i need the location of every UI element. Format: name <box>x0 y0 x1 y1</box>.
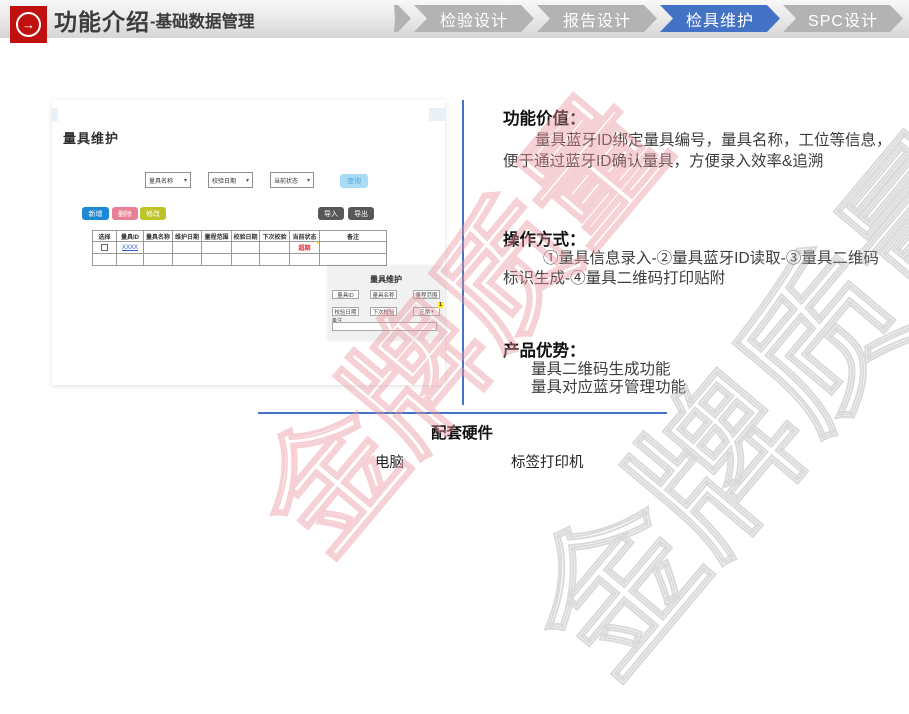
card-top-strip-right <box>429 108 445 121</box>
footer-heading: 配套硬件 <box>362 421 562 443</box>
section-line: 量具对应蓝牙管理功能 <box>503 375 686 397</box>
card-top-strip-left <box>52 108 58 121</box>
page-title-sub: -基础数据管理 <box>150 8 255 32</box>
circle-arrow-icon: → <box>16 12 41 37</box>
vertical-divider <box>462 100 464 405</box>
footer-item-computer: 电脑 <box>375 451 404 472</box>
chevron-down-icon: ▾ <box>431 309 434 315</box>
row-checkbox[interactable] <box>101 244 108 251</box>
horizontal-divider <box>258 412 667 414</box>
add-button[interactable]: 新增 <box>82 207 109 220</box>
chevron-down-icon: ▾ <box>307 177 310 184</box>
footer-item-label-printer: 标签打印机 <box>511 451 584 472</box>
select-value: 校验日期 <box>212 176 236 185</box>
callout-badge-1: 1 <box>438 302 443 308</box>
select-value: 正常 <box>419 308 430 316</box>
column-header-next-calibration: 下次校验 <box>260 231 290 242</box>
dialog-field-gauge-name[interactable]: 量具名称 <box>370 290 397 299</box>
module-tabs: 检验设计 报告设计 检具维护 SPC设计 <box>414 5 903 32</box>
select-value: 当前状态 <box>274 176 298 185</box>
cell-gauge-id: XXXX <box>117 242 144 254</box>
chevron-down-icon: ▾ <box>184 177 187 184</box>
table-row <box>93 254 387 266</box>
section-line: 量具蓝牙ID绑定量具编号，量具名称，工位等信息， <box>503 128 892 150</box>
edit-button[interactable]: 修改 <box>140 207 166 220</box>
tab-label: 检验设计 <box>440 7 508 31</box>
tab-inspection-design[interactable]: 检验设计 <box>414 5 534 32</box>
column-header-remark: 备注 <box>320 231 387 242</box>
dialog-field-gauge-id[interactable]: 量具ID <box>332 290 359 299</box>
chevron-down-icon: ▾ <box>246 177 249 184</box>
page-title: 功能介绍 -基础数据管理 <box>54 3 255 37</box>
filter-calibration-date-select[interactable]: 校验日期 ▾ <box>208 172 253 188</box>
dialog-field-range[interactable]: 量程范围 <box>413 290 440 299</box>
column-header-select: 选择 <box>93 231 117 242</box>
dialog-field-calibration-date[interactable]: 校验日期 <box>332 307 359 316</box>
tab-label: SPC设计 <box>808 7 878 31</box>
brand-logo: → <box>10 6 47 43</box>
gauge-table: 选择 量具ID 量具名称 维护日期 量程范围 校验日期 下次校验 当前状态 备注… <box>92 230 387 266</box>
table-row: XXXX 超期 2 <box>93 242 387 254</box>
select-value: 量具名称 <box>149 176 173 185</box>
export-button[interactable]: 导出 <box>348 207 374 220</box>
query-button[interactable]: 查询 <box>340 174 368 188</box>
column-header-maintenance-date: 维护日期 <box>173 231 202 242</box>
column-header-gauge-id: 量具ID <box>117 231 144 242</box>
remark-input[interactable] <box>332 322 437 331</box>
status-overdue-text: 超期 <box>298 246 310 252</box>
section-line: 标识生成-④量具二维码打印贴附 <box>503 266 725 288</box>
section-heading-value: 功能价值： <box>503 105 586 129</box>
page-title-main: 功能介绍 <box>54 3 150 37</box>
dialog-status-select[interactable]: 正常 ▾ 1 <box>413 307 440 316</box>
tab-spc-design[interactable]: SPC设计 <box>783 5 903 32</box>
tab-gauge-maintenance[interactable]: 检具维护 <box>660 5 780 32</box>
tab-label: 报告设计 <box>563 7 631 31</box>
delete-button[interactable]: 删除 <box>112 207 138 220</box>
mockup-page-title: 量具维护 <box>63 128 119 147</box>
gauge-maintenance-dialog: 量具维护 量具ID 量具名称 量程范围 校验日期 下次校验 正常 ▾ 1 备注 <box>328 266 444 340</box>
cell-current-status: 超期 2 <box>290 242 320 254</box>
import-button[interactable]: 导入 <box>318 207 344 220</box>
tab-report-design[interactable]: 报告设计 <box>537 5 657 32</box>
filter-gauge-name-select[interactable]: 量具名称 ▾ <box>145 172 191 188</box>
software-screenshot-card: 量具维护 量具名称 ▾ 校验日期 ▾ 当前状态 ▾ 查询 新增 删除 修改 导入… <box>52 100 445 385</box>
dialog-field-next-calibration[interactable]: 下次校验 <box>370 307 397 316</box>
filter-current-status-select[interactable]: 当前状态 ▾ <box>270 172 314 188</box>
gauge-id-link[interactable]: XXXX <box>122 245 138 251</box>
section-line: ①量具信息录入-②量具蓝牙ID读取-③量具二维码 <box>503 246 879 268</box>
column-header-current-status: 当前状态 <box>290 231 320 242</box>
table-header-row: 选择 量具ID 量具名称 维护日期 量程范围 校验日期 下次校验 当前状态 备注 <box>93 231 387 242</box>
column-header-calibration-date: 校验日期 <box>232 231 260 242</box>
column-header-range: 量程范围 <box>202 231 232 242</box>
tab-label: 检具维护 <box>686 7 754 31</box>
section-line: 便于通过蓝牙ID确认量具，方便录入效率&追溯 <box>503 149 823 171</box>
column-header-gauge-name: 量具名称 <box>144 231 173 242</box>
dialog-title: 量具维护 <box>328 274 444 285</box>
cell-select <box>93 242 117 254</box>
